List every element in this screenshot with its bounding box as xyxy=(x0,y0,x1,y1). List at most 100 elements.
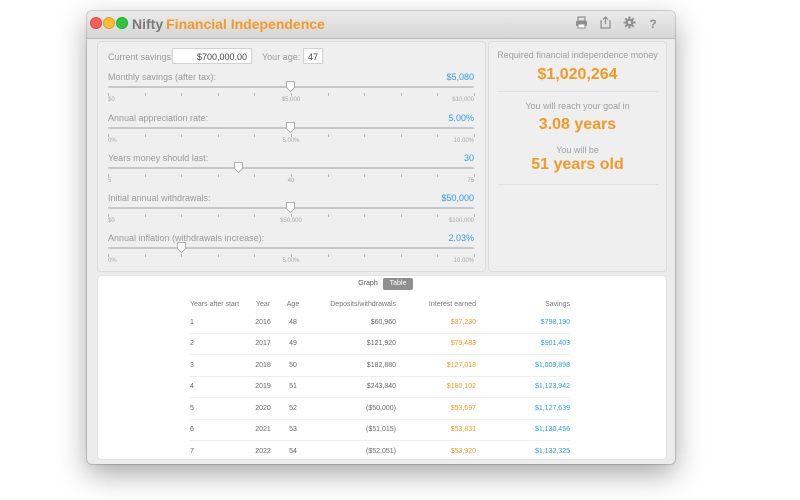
slider-tick-label: 0% xyxy=(108,258,117,264)
table-row: 5 2020 52 ($50,000) $53,697 $1,127,639 xyxy=(190,397,570,420)
slider-tick-mark xyxy=(437,174,439,177)
slider-track[interactable] xyxy=(108,247,474,249)
table-header-row: Years after start Year Age Deposits/with… xyxy=(190,297,570,312)
slider-tick-mark xyxy=(181,214,183,217)
app-window: Nifty Financial Independence ? Current sa… xyxy=(87,11,675,464)
table-cell: $1,009,898 xyxy=(476,354,570,377)
slider-tick-mark xyxy=(217,174,219,177)
results-panel: Required financial independence money $1… xyxy=(488,41,667,272)
print-icon[interactable] xyxy=(573,16,589,32)
slider-tick-mark xyxy=(181,174,183,177)
slider-tick-label: $50,000 xyxy=(280,218,302,224)
slider-tick-mark xyxy=(327,214,329,217)
slider-thumb[interactable] xyxy=(233,162,243,173)
slider-thumb[interactable] xyxy=(286,81,295,92)
slider-value[interactable]: $5,080 xyxy=(446,72,474,82)
table-body: 1 2016 48 $60,960 $37,230 $798,190 2 2017 49 $121… xyxy=(190,312,570,459)
slider-tick-mark xyxy=(400,174,402,177)
slider-tick-mark xyxy=(291,174,292,177)
slider-tick-mark xyxy=(474,93,475,96)
column-header: Savings xyxy=(545,301,570,308)
current-savings-field[interactable]: $700,000.00 xyxy=(172,48,252,64)
app-title-name: Financial Independence xyxy=(166,16,325,32)
title-bar: Nifty Financial Independence ? xyxy=(87,11,675,39)
slider-tick-mark xyxy=(291,254,292,257)
inputs-panel: Current savings: $700,000.00 Your age: 4… xyxy=(97,41,486,272)
slider-tick-mark xyxy=(364,93,366,96)
table-cell: ($50,000) xyxy=(308,397,396,420)
graph-view-button[interactable]: Graph xyxy=(353,278,383,290)
slider-tick-label: 5.00% xyxy=(282,138,300,144)
table-cell: 6 xyxy=(190,419,248,441)
table-cell: $53,697 xyxy=(396,397,476,420)
slider-tick-mark xyxy=(254,254,256,257)
slider-tick-mark xyxy=(474,134,475,137)
table-row: 6 2021 53 ($51,015) $53,831 $1,130,456 xyxy=(190,419,570,441)
slider-value[interactable]: 2.03% xyxy=(448,233,474,243)
table-cell: $180,102 xyxy=(396,376,476,398)
table-cell: 2 xyxy=(190,333,248,355)
slider-tick-label: $10,000 xyxy=(452,97,474,103)
gear-icon[interactable] xyxy=(621,16,637,32)
slider-tick-mark xyxy=(437,214,439,217)
slider-tick-mark xyxy=(437,134,439,137)
slider-tick-mark xyxy=(181,93,183,96)
help-icon[interactable]: ? xyxy=(645,16,661,32)
slider-tick-label: 5 xyxy=(108,178,112,184)
table-cell: $1,123,942 xyxy=(476,376,570,398)
slider-tick-mark xyxy=(474,214,475,217)
required-money-label: Required financial independence money xyxy=(497,50,658,60)
share-icon[interactable] xyxy=(597,16,613,32)
slider-thumb[interactable] xyxy=(286,202,295,213)
table-cell: 2017 xyxy=(248,333,278,355)
table-cell: 2019 xyxy=(248,376,278,398)
slider-row: Initial annual withdrawals: $50,000 $0 $50,… xyxy=(108,193,475,229)
table-cell: $901,403 xyxy=(476,333,570,355)
zoom-window-button[interactable] xyxy=(116,17,128,29)
slider-thumb[interactable] xyxy=(177,242,187,253)
slider-tick-mark xyxy=(364,134,366,137)
results-divider xyxy=(497,91,658,92)
slider-value[interactable]: 5.00% xyxy=(448,113,474,123)
table-row: 7 2022 54 ($52,051) $53,920 $1,132,325 xyxy=(190,440,570,459)
slider-tick-mark xyxy=(254,134,256,137)
table-cell: $53,831 xyxy=(396,419,476,441)
slider-tick-label: $5,000 xyxy=(281,97,301,103)
slider-row: Years money should last: 30 5 40 75 xyxy=(108,153,475,189)
table-cell: 4 xyxy=(190,376,248,398)
slider-tick-mark xyxy=(217,134,219,137)
slider-thumb[interactable] xyxy=(286,122,295,133)
slider-label: Annual appreciation rate: xyxy=(108,113,209,123)
column-header: Age xyxy=(286,301,300,308)
table-row: 4 2019 51 $243,840 $180,102 $1,123,942 xyxy=(190,376,570,398)
table-cell: 2018 xyxy=(248,354,278,377)
slider-tick-mark xyxy=(254,93,256,96)
column-header: Year xyxy=(255,301,271,308)
table-cell: 53 xyxy=(278,419,308,441)
close-window-button[interactable] xyxy=(90,17,102,29)
slider-tick-mark xyxy=(181,254,183,257)
table-cell: 2020 xyxy=(248,397,278,420)
table-cell: $60,960 xyxy=(308,312,396,334)
table-cell: $1,127,639 xyxy=(476,397,570,420)
slider-tick-label: 5.00% xyxy=(282,258,300,264)
slider-row: Monthly savings (after tax): $5,080 $0 $5,0… xyxy=(108,72,475,108)
reach-goal-label: You will reach your goal in xyxy=(525,101,630,111)
slider-value[interactable]: 30 xyxy=(464,153,474,163)
slider-row: Annual inflation (withdrawals increase):… xyxy=(108,233,475,269)
age-field[interactable]: 47 xyxy=(303,48,323,64)
table-cell: $182,880 xyxy=(308,354,396,377)
slider-tick-label: 10.00% xyxy=(453,258,474,264)
slider-value[interactable]: $50,000 xyxy=(441,193,474,203)
table-cell: $1,132,325 xyxy=(476,440,570,459)
slider-track[interactable] xyxy=(108,167,474,169)
minimize-window-button[interactable] xyxy=(103,17,115,29)
table-row: 3 2018 50 $182,880 $127,018 $1,009,898 xyxy=(190,354,570,377)
reach-goal-value: 3.08 years xyxy=(538,116,617,133)
slider-tick-mark xyxy=(144,134,146,137)
table-cell: $37,230 xyxy=(396,312,476,334)
slider-tick-mark xyxy=(291,93,292,96)
table-view-button[interactable]: Table xyxy=(383,278,413,290)
slider-tick-mark xyxy=(327,254,329,257)
table-cell: $1,130,456 xyxy=(476,419,570,441)
